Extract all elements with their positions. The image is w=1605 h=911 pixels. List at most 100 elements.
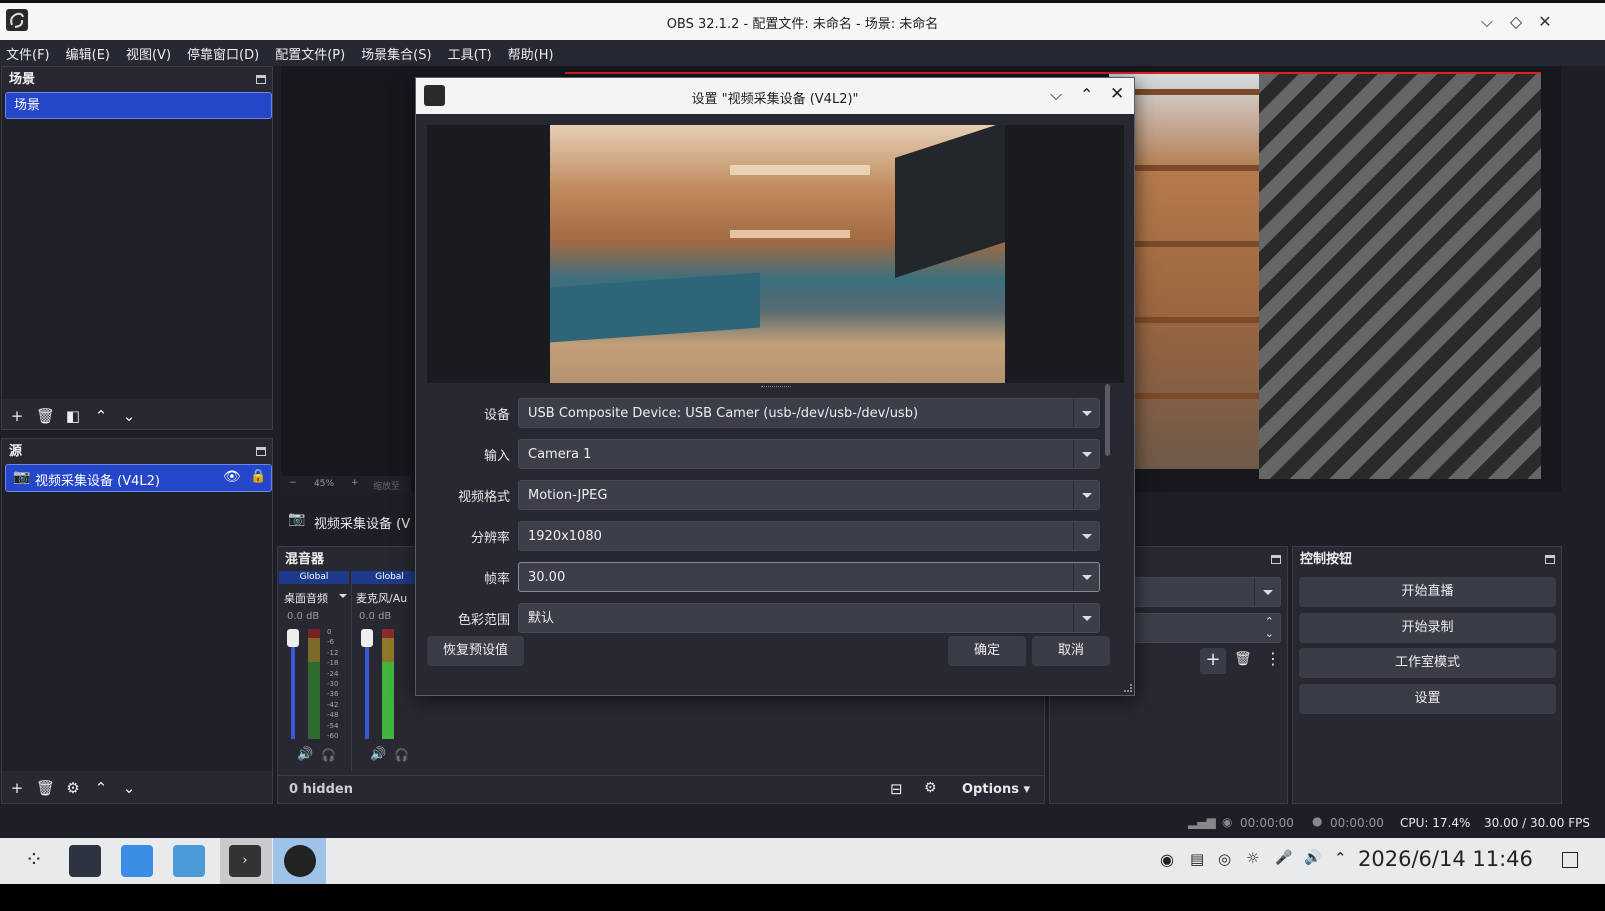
source-item[interactable]: 📷 视频采集设备 (V4L2) 👁 🔒 (5, 464, 272, 492)
zoom-hint: 缩放至 (373, 482, 401, 492)
window-titlebar[interactable]: OBS 32.1.2 - 配置文件: 未命名 - 场景: 未命名 ⌵ ◇ ✕ (0, 0, 1605, 40)
maximize-icon[interactable]: ⌃ (1080, 85, 1093, 104)
device-select[interactable]: USB Composite Device: USB Camer (usb-/de… (518, 398, 1100, 428)
show-desktop-icon[interactable] (1562, 852, 1578, 868)
tray-mic-icon[interactable]: 🎤 (1275, 850, 1292, 866)
tray-volume-icon[interactable]: 🔊 (1304, 850, 1321, 866)
mixer-footer: 0 hidden ⊟ ⚙ Options ▾ (278, 775, 1044, 803)
headphone-icon[interactable]: 🎧 (321, 748, 336, 762)
gear-icon[interactable]: ⚙ (64, 779, 82, 797)
menu-docks[interactable]: 停靠窗口(D) (187, 44, 259, 63)
start-recording-button[interactable]: 开始录制 (1299, 613, 1556, 643)
speaker-icon[interactable]: 🔊 (370, 747, 386, 762)
undock-icon[interactable] (256, 75, 266, 84)
sources-toolbar: + 🗑 ⚙ ⌃ ⌄ (8, 779, 138, 797)
settings-button[interactable]: 设置 (1299, 684, 1556, 714)
channel-name[interactable]: 麦克风/Au (356, 590, 407, 606)
app-launcher-icon[interactable]: ⁘ (18, 845, 50, 877)
undock-icon[interactable] (256, 447, 266, 456)
options-button[interactable]: Options ▾ (962, 782, 1030, 797)
lock-icon[interactable]: 🔒 (250, 469, 266, 484)
camera-icon: 📷 (288, 511, 306, 527)
volume-handle[interactable] (361, 629, 373, 647)
trash-icon[interactable]: 🗑 (1234, 651, 1252, 667)
headphone-icon[interactable]: 🎧 (394, 748, 409, 762)
trash-icon[interactable]: 🗑 (36, 407, 55, 425)
add-icon[interactable]: + (1200, 648, 1226, 674)
channel-badge: Global (279, 571, 349, 584)
more-icon[interactable]: ⋮ (1265, 649, 1281, 668)
undock-icon[interactable] (1271, 555, 1281, 564)
filter-icon[interactable]: ◧ (64, 407, 82, 425)
menu-help[interactable]: 帮助(H) (508, 44, 554, 63)
add-icon[interactable]: + (8, 407, 26, 425)
channel-name[interactable]: 桌面音频 (284, 590, 328, 606)
store-app-icon[interactable] (121, 845, 153, 877)
field-device: 设备 USB Composite Device: USB Camer (usb-… (416, 396, 1116, 430)
zoom-out-icon[interactable]: − (289, 478, 297, 488)
down-icon[interactable]: ⌄ (120, 407, 138, 425)
close-icon[interactable]: ✕ (1110, 84, 1124, 104)
undock-icon[interactable] (1545, 555, 1555, 564)
tray-brightness-icon[interactable]: ☼ (1246, 849, 1259, 867)
sources-title: 源 (9, 444, 23, 459)
start-streaming-button[interactable]: 开始直播 (1299, 577, 1556, 607)
layout-icon[interactable]: ⊟ (890, 780, 903, 798)
screen-bottom (0, 884, 1605, 911)
options-label: Options (962, 782, 1019, 797)
restore-defaults-button[interactable]: 恢复预设值 (427, 636, 524, 666)
advanced-audio-icon[interactable]: ⚙ (924, 780, 937, 796)
menu-view[interactable]: 视图(V) (126, 44, 171, 63)
db-tick: 0 (327, 628, 332, 636)
select-value: 30.00 (528, 570, 566, 585)
terminal-app-icon[interactable]: › (229, 845, 261, 877)
resize-grip[interactable] (1124, 684, 1132, 692)
settings-app-icon[interactable] (69, 845, 101, 877)
context-source-name: 视频采集设备 (V (314, 517, 411, 532)
tray-expand-icon[interactable]: ⌃ (1334, 849, 1347, 867)
zoom-in-icon[interactable]: + (351, 478, 359, 488)
clock[interactable]: 2026/6/14 11:46 (1358, 847, 1533, 871)
tray-disc-icon[interactable]: ◎ (1218, 850, 1231, 868)
controls-title: 控制按钮 (1300, 552, 1353, 567)
select-value: Motion-JPEG (528, 488, 608, 503)
eye-icon[interactable]: 👁 (223, 469, 241, 485)
add-icon[interactable]: + (8, 779, 26, 797)
up-icon[interactable]: ⌃ (92, 779, 110, 797)
scene-item[interactable]: 场景 (5, 92, 272, 119)
status-bar: ▂▄▆ ◉ 00:00:00 ● 00:00:00 CPU: 17.4% 30.… (0, 810, 1605, 838)
speaker-icon[interactable]: 🔊 (297, 747, 313, 762)
video-format-select[interactable]: Motion-JPEG (518, 480, 1100, 510)
input-select[interactable]: Camera 1 (518, 439, 1100, 469)
tray-clipboard-icon[interactable]: ▤ (1190, 850, 1204, 868)
obs-app-icon[interactable] (284, 845, 316, 877)
volume-handle[interactable] (287, 629, 299, 647)
tray-obs-icon[interactable]: ◉ (1160, 850, 1174, 869)
minimize-icon[interactable]: ⌵ (1050, 85, 1062, 105)
color-range-select[interactable]: 默认 (518, 603, 1100, 633)
files-app-icon[interactable] (173, 845, 205, 877)
ok-button[interactable]: 确定 (948, 636, 1026, 666)
menu-scene-collection[interactable]: 场景集合(S) (361, 44, 431, 63)
dialog-scrollbar[interactable] (1105, 384, 1110, 456)
resolution-select[interactable]: 1920x1080 (518, 521, 1100, 551)
down-icon[interactable]: ⌄ (120, 779, 138, 797)
db-tick: -48 (327, 711, 339, 720)
menu-edit[interactable]: 编辑(E) (66, 44, 110, 63)
studio-mode-button[interactable]: 工作室模式 (1299, 648, 1556, 678)
channel-menu-icon[interactable] (339, 594, 347, 598)
cancel-button[interactable]: 取消 (1032, 636, 1110, 666)
trash-icon[interactable]: 🗑 (36, 779, 55, 797)
up-icon[interactable]: ⌃ (92, 407, 110, 425)
close-icon[interactable]: ✕ (1534, 11, 1556, 33)
rec-time: 00:00:00 (1330, 816, 1384, 830)
framerate-select[interactable]: 30.00 (518, 562, 1100, 592)
dialog-titlebar[interactable]: 设置 "视频采集设备 (V4L2)" ⌵ ⌃ ✕ (416, 78, 1134, 114)
minimize-icon[interactable]: ⌵ (1476, 11, 1498, 33)
menu-profile[interactable]: 配置文件(P) (275, 44, 345, 63)
menu-file[interactable]: 文件(F) (6, 44, 50, 63)
record-icon: ● (1312, 814, 1323, 828)
scenes-toolbar: + 🗑 ◧ ⌃ ⌄ (8, 407, 138, 425)
menu-tools[interactable]: 工具(T) (448, 44, 492, 63)
maximize-icon[interactable]: ◇ (1505, 11, 1527, 33)
